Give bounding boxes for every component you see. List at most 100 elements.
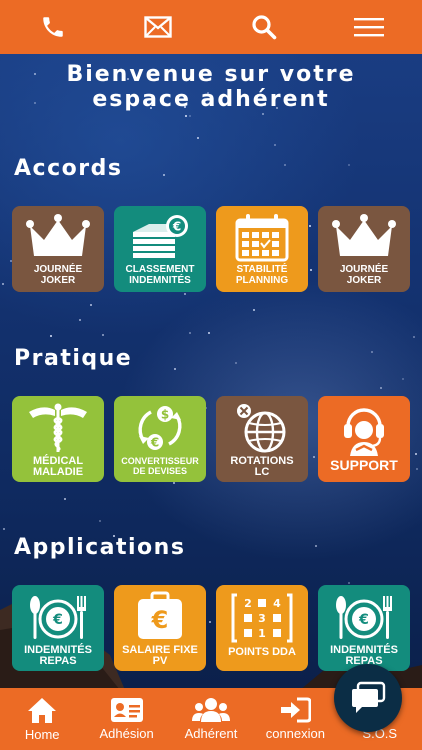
star [99, 520, 101, 522]
star [262, 113, 264, 115]
star [208, 332, 210, 334]
star [315, 545, 317, 547]
tile-label: MÉDICAL MALADIE [32, 455, 84, 478]
svg-text:€: € [52, 612, 63, 628]
section-title-pratique: Pratique [14, 346, 133, 371]
tile-medical-maladie[interactable]: MÉDICAL MALADIE [12, 396, 104, 482]
tile-label: ROTATIONS LC [230, 455, 294, 478]
meal-icon: € [30, 596, 86, 639]
welcome-heading: Bienvenue sur votre espace adhérent [0, 62, 422, 112]
star [402, 378, 404, 380]
tile-convertisseur-devises[interactable]: $ € CONVERTISSEUR DE DEVISES [114, 396, 206, 482]
tile-indemnites-repas-2[interactable]: € INDEMNITÉS REPAS [318, 585, 410, 671]
tile-label: SUPPORT [330, 457, 398, 473]
star [274, 144, 276, 146]
currency-exchange-icon: $ € [138, 406, 182, 450]
tile-support[interactable]: SUPPORT [318, 396, 410, 482]
chat-icon [352, 681, 386, 713]
star [235, 362, 237, 364]
svg-text:€: € [151, 606, 169, 634]
caduceus-icon [29, 403, 87, 452]
tile-indemnites-repas[interactable]: € INDEMNITÉS REPAS [12, 585, 104, 671]
star [416, 468, 418, 470]
star [64, 498, 66, 500]
nav-connexion[interactable]: connexion [253, 689, 337, 749]
svg-text:4: 4 [273, 597, 281, 610]
home-icon [28, 698, 57, 723]
nav-label: connexion [265, 726, 325, 741]
search-icon[interactable] [246, 9, 282, 45]
top-bar [0, 0, 422, 54]
star [189, 115, 191, 117]
welcome-line-1: Bienvenue sur votre [66, 62, 356, 87]
crown-icon [26, 214, 90, 256]
tile-stabilite-planning[interactable]: STABILITÉ PLANNING [216, 206, 308, 292]
star [79, 319, 81, 321]
tile-label: JOURNÉE JOKER [339, 264, 389, 286]
star [253, 309, 255, 311]
star [184, 293, 186, 295]
meal-icon: € [336, 596, 392, 639]
star [3, 528, 5, 530]
svg-text:3: 3 [258, 612, 266, 625]
tile-journee-joker-2[interactable]: JOURNÉE JOKER [318, 206, 410, 292]
tile-label: POINTS DDA [228, 646, 296, 658]
id-card-icon [110, 698, 143, 722]
star [102, 334, 104, 336]
svg-text:1: 1 [258, 627, 266, 640]
nav-home[interactable]: Home [0, 689, 84, 749]
tile-label: SALAIRE FIXE PV [122, 644, 198, 667]
tile-label: CONVERTISSEUR DE DEVISES [121, 456, 199, 476]
star [371, 351, 373, 353]
tile-label: JOURNÉE JOKER [33, 264, 83, 286]
star [174, 368, 176, 370]
accords-row: JOURNÉE JOKER € CLASSEMENT INDEMNITÉS STAB… [12, 206, 410, 292]
nav-adherent[interactable]: Adhérent [169, 689, 253, 749]
mail-icon[interactable] [140, 9, 176, 45]
tile-points-dda[interactable]: 2 4 3 1 POINTS DDA [216, 585, 308, 671]
star [415, 453, 417, 455]
tile-label: CLASSEMENT INDEMNITÉS [125, 264, 195, 286]
headset-icon [344, 408, 384, 456]
star [284, 164, 286, 166]
login-icon [281, 697, 312, 723]
tile-label: INDEMNITÉS REPAS [24, 644, 92, 667]
star [173, 482, 175, 484]
menu-icon[interactable] [351, 9, 387, 45]
svg-text:2: 2 [244, 597, 252, 610]
welcome-line-2: espace adhérent [92, 87, 330, 112]
star [189, 332, 191, 334]
phone-icon[interactable] [35, 9, 71, 45]
star [185, 115, 187, 117]
svg-text:€: € [358, 612, 369, 628]
tile-rotations-lc[interactable]: ROTATIONS LC [216, 396, 308, 482]
nav-label: Adhésion [99, 726, 154, 741]
nav-label: Home [24, 727, 60, 742]
star [2, 283, 4, 285]
svg-text:€: € [150, 436, 159, 450]
tile-salaire-fixe-pv[interactable]: € SALAIRE FIXE PV [114, 585, 206, 671]
svg-text:$: $ [161, 408, 169, 422]
euro-wallet-icon: € [138, 591, 182, 639]
section-title-applications: Applications [14, 535, 186, 560]
star [90, 304, 92, 306]
tile-classement-indemnites[interactable]: € CLASSEMENT INDEMNITÉS [114, 206, 206, 292]
money-stack-icon: € [133, 215, 188, 258]
tile-journee-joker[interactable]: JOURNÉE JOKER [12, 206, 104, 292]
chat-button[interactable] [334, 664, 402, 732]
star [348, 164, 350, 166]
tile-label: STABILITÉ PLANNING [235, 264, 289, 286]
globe-icon [237, 404, 286, 453]
section-title-accords: Accords [14, 156, 123, 181]
applications-row: € INDEMNITÉS REPAS € SALAIRE FIXE PV 2 4 3 … [12, 585, 410, 671]
users-icon [191, 698, 230, 722]
star [163, 174, 165, 176]
nav-label: Adhérent [184, 726, 238, 741]
star [197, 137, 199, 139]
svg-text:€: € [172, 220, 181, 234]
crown-icon [332, 214, 396, 256]
star [413, 336, 415, 338]
nav-adhesion[interactable]: Adhésion [85, 689, 169, 749]
points-grid-icon: 2 4 3 1 [231, 593, 293, 643]
star [380, 387, 382, 389]
